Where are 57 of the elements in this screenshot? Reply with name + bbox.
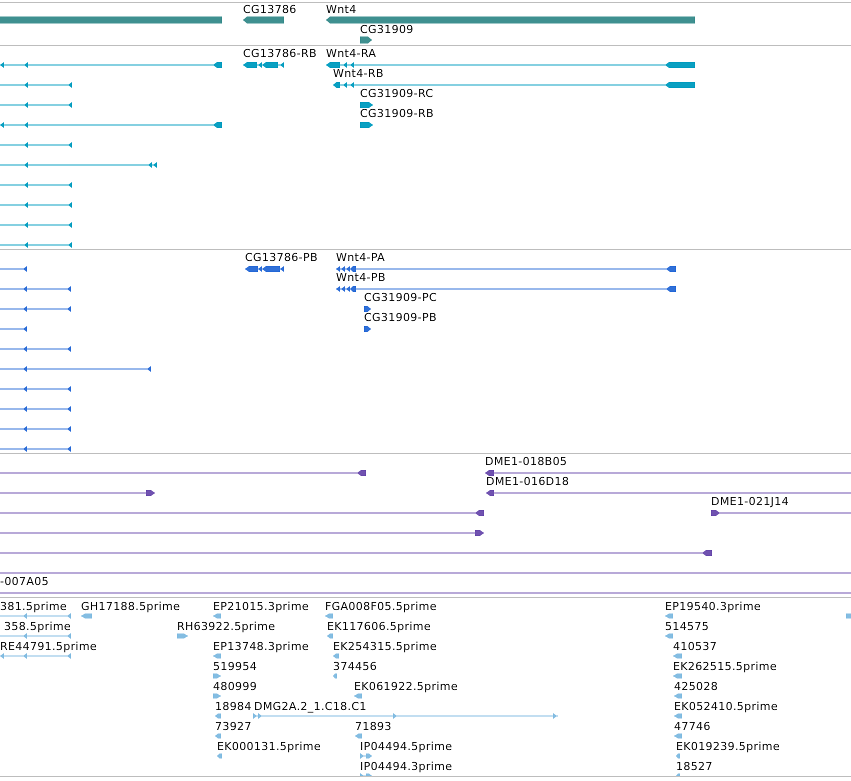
feature-label: CG31909-RC: [360, 87, 434, 100]
feature-glyph: [0, 406, 72, 412]
feature-label: CG13786-RB: [243, 47, 317, 60]
feature-glyph: [0, 326, 28, 332]
feature-label: 18984: [215, 700, 252, 713]
feature-glyph: [0, 426, 72, 432]
feature-label: DME1-018B05: [485, 455, 568, 468]
feature-label: EK254315.5prime: [333, 640, 437, 653]
feature-label: DME1-016D18: [486, 475, 570, 488]
feature-label: EK052410.5prime: [674, 700, 778, 713]
feature-label: GH17188.5prime: [81, 600, 180, 613]
feature-label: 410537: [673, 640, 718, 653]
feature-label: Wnt4-PA: [336, 251, 386, 264]
feature-label: EK019239.5prime: [676, 740, 780, 753]
feature-label: DME1-021J14: [711, 495, 789, 508]
feature-label: EK000131.5prime: [217, 740, 321, 753]
feature-glyph: [0, 446, 72, 452]
feature-label: Wnt4-PB: [336, 271, 386, 284]
feature-label: 18527: [676, 760, 713, 773]
feature-label: 71893: [355, 720, 392, 733]
feature-glyph: [0, 386, 72, 392]
feature-label: CG31909-PC: [364, 291, 437, 304]
feature-label: FGA008F05.5prime: [325, 600, 437, 613]
feature-label: EP21015.3prime: [213, 600, 310, 613]
feature-label: 358.5prime: [4, 620, 72, 633]
feature-glyph: [0, 286, 72, 292]
feature-label: CG31909-PB: [364, 311, 437, 324]
feature-glyph: [0, 266, 28, 272]
feature-label: RH63922.5prime: [177, 620, 276, 633]
feature-label: EP19540.3prime: [665, 600, 762, 613]
feature-label: CG13786-PB: [245, 251, 318, 264]
feature-glyph: [846, 614, 851, 618]
feature-glyph: [0, 346, 72, 352]
feature-label: 480999: [213, 680, 258, 693]
feature-label: DMG2A.2_1.C18.C1: [254, 700, 367, 713]
feature-label: EP13748.3prime: [213, 640, 310, 653]
feature-label: 73927: [215, 720, 252, 733]
feature-label: 514575: [665, 620, 710, 633]
feature-label: -007A05: [0, 575, 49, 588]
feature-label: Wnt4-RA: [326, 47, 376, 60]
feature-label: EK061922.5prime: [354, 680, 458, 693]
feature-label: 374456: [333, 660, 378, 673]
feature-label: CG13786: [243, 3, 297, 16]
feature-label: IP04494.3prime: [360, 760, 452, 773]
feature-label: Wnt4: [326, 3, 357, 16]
feature-label: RE44791.5prime: [0, 640, 98, 653]
feature-label: CG31909-RB: [360, 107, 434, 120]
feature-label: 381.5prime: [0, 600, 68, 613]
feature-label: 47746: [674, 720, 711, 733]
feature-label: EK262515.5prime: [673, 660, 777, 673]
feature-label: Wnt4-RB: [333, 67, 384, 80]
feature-label: 425028: [674, 680, 718, 693]
feature-label: IP04494.5prime: [360, 740, 452, 753]
feature-glyph: [0, 306, 72, 312]
feature-label: CG31909: [360, 23, 414, 36]
feature-label: 519954: [213, 660, 258, 673]
feature-label: EK117606.5prime: [327, 620, 431, 633]
